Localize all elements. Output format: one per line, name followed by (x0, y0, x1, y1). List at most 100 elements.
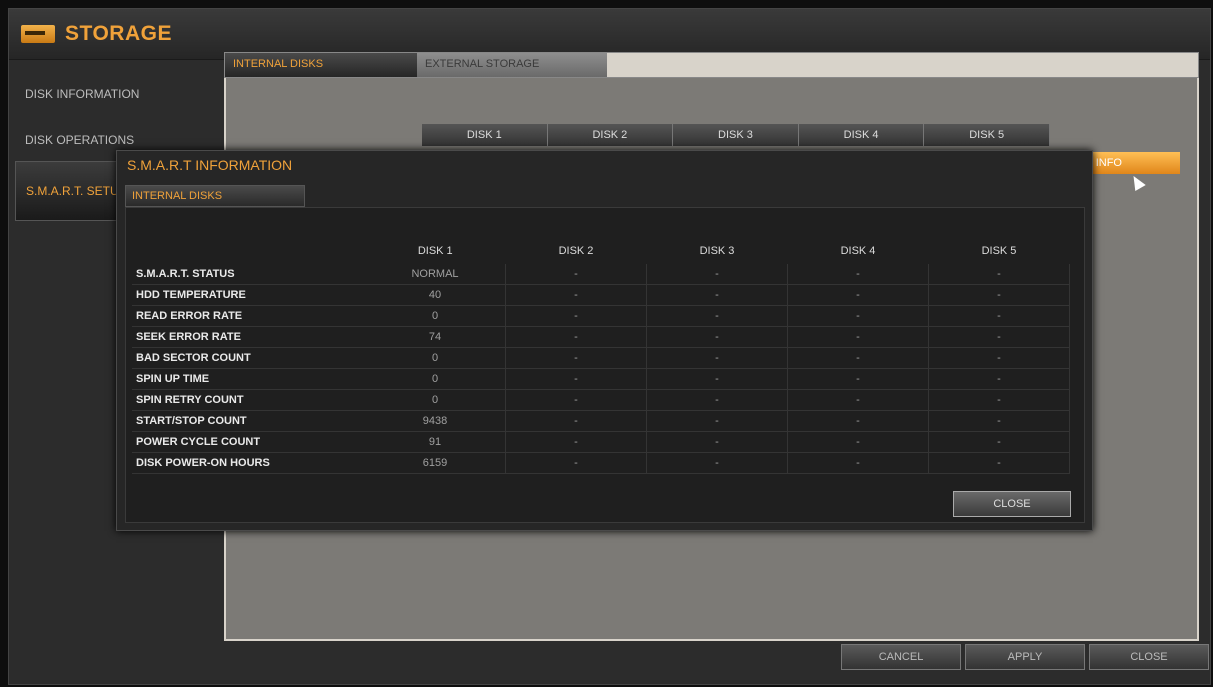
table-header-disk-1: DISK 1 (417, 245, 453, 257)
disk-header-3: DISK 3 (673, 124, 799, 146)
row-value: - (928, 452, 1070, 474)
table-header-empty (132, 238, 365, 264)
dialog-body: DISK 1 DISK 2 DISK 3 DISK 4 DISK 5 S.M.A… (125, 207, 1085, 523)
row-value: - (787, 431, 929, 453)
row-label: POWER CYCLE COUNT (132, 431, 365, 453)
disk-header-2: DISK 2 (547, 124, 674, 146)
table-row: SPIN UP TIME 0 - - - - (132, 368, 1070, 390)
disk-header-5: DISK 5 (924, 124, 1050, 146)
row-value: - (787, 305, 929, 327)
table-row: DISK POWER-ON HOURS 6159 - - - - (132, 452, 1070, 474)
row-label: SEEK ERROR RATE (132, 326, 365, 348)
row-value: 0 (365, 305, 506, 327)
row-value: 0 (365, 368, 506, 390)
table-header-disk-5: DISK 5 (981, 245, 1017, 257)
row-value: 0 (365, 389, 506, 411)
table-header-disk-3: DISK 3 (699, 245, 735, 257)
tab-internal-disks-dialog[interactable]: INTERNAL DISKS (125, 185, 305, 207)
row-value: - (787, 284, 929, 306)
row-value: 40 (365, 284, 506, 306)
row-value: - (787, 389, 929, 411)
row-value: - (787, 410, 929, 432)
row-label: SPIN UP TIME (132, 368, 365, 390)
row-value: - (505, 284, 647, 306)
cancel-button[interactable]: CANCEL (841, 644, 961, 670)
row-value: - (787, 326, 929, 348)
row-value: NORMAL (365, 264, 506, 285)
table-row: S.M.A.R.T. STATUS NORMAL - - - - (132, 264, 1070, 285)
row-value: - (928, 264, 1070, 285)
row-label: READ ERROR RATE (132, 305, 365, 327)
row-value: 0 (365, 347, 506, 369)
table-row: BAD SECTOR COUNT 0 - - - - (132, 347, 1070, 369)
table-header-row: DISK 1 DISK 2 DISK 3 DISK 4 DISK 5 (132, 238, 1070, 264)
table-row: HDD TEMPERATURE 40 - - - - (132, 284, 1070, 306)
row-value: - (787, 264, 929, 285)
row-value: 74 (365, 326, 506, 348)
row-value: - (646, 452, 788, 474)
dialog-title: S.M.A.R.T INFORMATION (127, 157, 293, 173)
row-label: BAD SECTOR COUNT (132, 347, 365, 369)
row-value: - (505, 326, 647, 348)
row-value: - (928, 284, 1070, 306)
table-header-disk-2: DISK 2 (558, 245, 594, 257)
row-value: - (505, 368, 647, 390)
hard-drive-icon (21, 25, 55, 43)
row-value: - (646, 410, 788, 432)
sidebar-item-label: S.M.A.R.T. SETUP (26, 184, 127, 198)
row-value: - (646, 368, 788, 390)
sidebar-item-label: DISK INFORMATION (25, 87, 140, 101)
row-value: - (928, 389, 1070, 411)
row-value: 9438 (365, 410, 506, 432)
row-value: - (646, 389, 788, 411)
row-value: - (928, 410, 1070, 432)
disk-column-headers: DISK 1 DISK 2 DISK 3 DISK 4 DISK 5 (422, 124, 1050, 146)
row-value: - (787, 347, 929, 369)
row-value: - (505, 410, 647, 432)
row-label: START/STOP COUNT (132, 410, 365, 432)
row-value: 91 (365, 431, 506, 453)
row-value: - (505, 347, 647, 369)
row-value: - (505, 431, 647, 453)
row-value: - (646, 431, 788, 453)
row-value: - (505, 305, 647, 327)
row-value: - (928, 326, 1070, 348)
tab-internal-disks[interactable]: INTERNAL DISKS (225, 53, 417, 77)
storage-tabs: INTERNAL DISKS EXTERNAL STORAGE (224, 52, 1199, 78)
row-value: - (928, 431, 1070, 453)
table-row: SEEK ERROR RATE 74 - - - - (132, 326, 1070, 348)
row-value: - (646, 326, 788, 348)
sidebar-item-disk-information[interactable]: DISK INFORMATION (15, 69, 225, 109)
table-row: SPIN RETRY COUNT 0 - - - - (132, 389, 1070, 411)
smart-table: DISK 1 DISK 2 DISK 3 DISK 4 DISK 5 S.M.A… (132, 238, 1070, 474)
table-header-disk-4: DISK 4 (840, 245, 876, 257)
disk-header-4: DISK 4 (798, 124, 925, 146)
row-value: - (928, 368, 1070, 390)
row-value: - (646, 305, 788, 327)
smart-information-dialog: S.M.A.R.T INFORMATION INTERNAL DISKS DIS… (116, 150, 1093, 531)
row-label: HDD TEMPERATURE (132, 284, 365, 306)
row-value: - (646, 347, 788, 369)
row-value: - (505, 264, 647, 285)
row-value: - (505, 452, 647, 474)
dialog-close-button[interactable]: CLOSE (953, 491, 1071, 517)
row-label: SPIN RETRY COUNT (132, 389, 365, 411)
close-button[interactable]: CLOSE (1089, 644, 1209, 670)
row-label: S.M.A.R.T. STATUS (132, 264, 365, 285)
row-value: - (787, 368, 929, 390)
row-value: - (928, 305, 1070, 327)
tab-external-storage[interactable]: EXTERNAL STORAGE (417, 53, 607, 77)
row-value: 6159 (365, 452, 506, 474)
apply-button[interactable]: APPLY (965, 644, 1085, 670)
row-value: - (928, 347, 1070, 369)
page-title: STORAGE (65, 22, 172, 45)
row-label: DISK POWER-ON HOURS (132, 452, 365, 474)
table-row: POWER CYCLE COUNT 91 - - - - (132, 431, 1070, 453)
row-value: - (646, 264, 788, 285)
row-value: - (505, 389, 647, 411)
disk-header-1: DISK 1 (422, 124, 548, 146)
sidebar-item-label: DISK OPERATIONS (25, 133, 135, 147)
row-value: - (787, 452, 929, 474)
table-row: READ ERROR RATE 0 - - - - (132, 305, 1070, 327)
row-value: - (646, 284, 788, 306)
